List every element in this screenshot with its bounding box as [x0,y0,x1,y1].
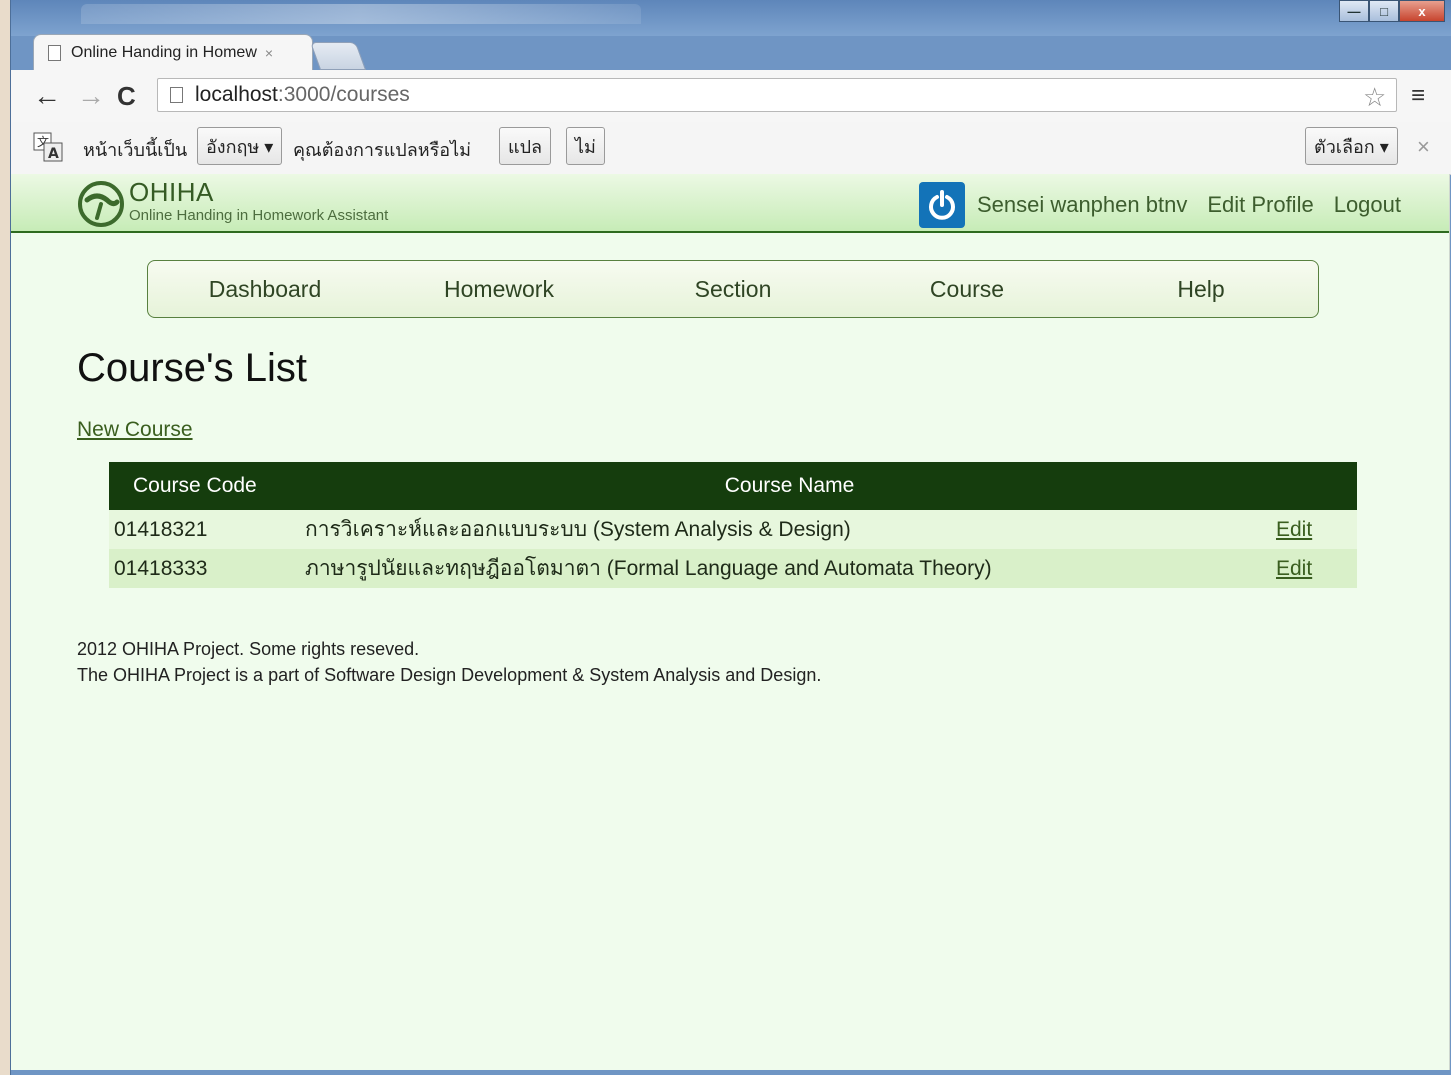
url-host: localhost [195,83,278,106]
translate-infobar: 文 A หน้าเว็บนี้เป็น อังกฤษ ▾ คุณต้องการแ… [11,122,1451,175]
forward-icon[interactable]: → [77,78,105,114]
page-viewport: OHIHA Online Handing in Homework Assista… [11,174,1450,1070]
reload-icon[interactable]: C [117,78,136,114]
header-actions [1275,462,1357,510]
table-row: 01418333 ภาษารูปนัยและทฤษฎีออโตมาตา (For… [109,549,1357,588]
star-icon[interactable]: ☆ [1363,82,1386,113]
translate-options-button[interactable]: ตัวเลือก ▾ [1305,127,1398,165]
logout-link[interactable]: Logout [1334,192,1401,218]
edit-link[interactable]: Edit [1276,557,1312,580]
address-bar[interactable]: localhost:3000/courses [157,78,1397,112]
minimize-button[interactable]: — [1339,0,1369,22]
logo-subtitle: Online Handing in Homework Assistant [129,207,389,224]
title-bar: — □ x [11,0,1451,36]
course-code: 01418321 [109,510,304,549]
logo-title: OHIHA [129,177,214,207]
no-translate-button[interactable]: ไม่ [566,127,605,165]
tab-close-button[interactable]: × [265,45,273,61]
translate-question: คุณต้องการแปลหรือไม่ [293,140,472,160]
nav-section[interactable]: Section [616,276,850,303]
table-row: 01418321 การวิเคราะห์และออกแบบระบบ (Syst… [109,510,1357,549]
back-icon[interactable]: ← [33,78,61,114]
user-area: Sensei wanphen btnv Edit Profile Logout [918,182,1401,228]
footer-line-2: The OHIHA Project is a part of Software … [77,665,822,685]
main-nav: Dashboard Homework Section Course Help [147,260,1319,318]
svg-text:A: A [48,146,59,162]
infobar-close-icon[interactable]: × [1417,134,1430,160]
url-path: :3000/courses [277,83,410,106]
browser-tab[interactable]: Online Handing in Homew × [33,34,313,70]
menu-icon[interactable]: ≡ [1411,82,1425,110]
header-course-name: Course Name [304,462,1275,510]
site-footer: 2012 OHIHA Project. Some rights reseved.… [77,636,821,688]
close-window-button[interactable]: x [1399,0,1445,22]
site-header: OHIHA Online Handing in Homework Assista… [11,174,1449,233]
nav-help[interactable]: Help [1084,276,1318,303]
browser-window: — □ x Online Handing in Homew × ← → C lo… [10,0,1451,1075]
header-course-code: Course Code [109,462,304,510]
browser-toolbar: ← → C localhost:3000/courses ☆ ≡ [11,70,1451,123]
course-code: 01418333 [109,549,304,588]
language-select[interactable]: อังกฤษ ▾ [197,127,283,165]
nav-dashboard[interactable]: Dashboard [148,276,382,303]
edit-profile-link[interactable]: Edit Profile [1207,192,1313,218]
translate-button[interactable]: แปล [499,127,552,165]
footer-line-1: 2012 OHIHA Project. Some rights reseved. [77,639,420,659]
page-icon [170,87,183,103]
nav-course[interactable]: Course [850,276,1084,303]
new-course-link[interactable]: New Course [77,418,193,442]
tab-title: Online Handing in Homew [71,43,257,61]
table-header-row: Course Code Course Name [109,462,1357,510]
translate-prefix-text: หน้าเว็บนี้เป็น [83,140,188,160]
page-icon [48,44,61,61]
courses-table: Course Code Course Name 01418321 การวิเค… [109,462,1357,588]
window-controls: — □ x [1339,0,1445,22]
page-title: Course's List [77,346,307,390]
background-tabs [81,4,641,24]
maximize-button[interactable]: □ [1369,0,1399,22]
nav-homework[interactable]: Homework [382,276,616,303]
power-icon[interactable] [918,182,965,228]
translate-icon: 文 A [33,132,63,162]
course-name: ภาษารูปนัยและทฤษฎีออโตมาตา (Formal Langu… [304,549,1275,588]
user-name[interactable]: Sensei wanphen btnv [977,192,1187,218]
new-tab-button[interactable] [309,42,367,70]
course-name: การวิเคราะห์และออกแบบระบบ (System Analys… [304,510,1275,549]
edit-link[interactable]: Edit [1276,518,1312,541]
ohiha-logo-icon [78,181,124,227]
